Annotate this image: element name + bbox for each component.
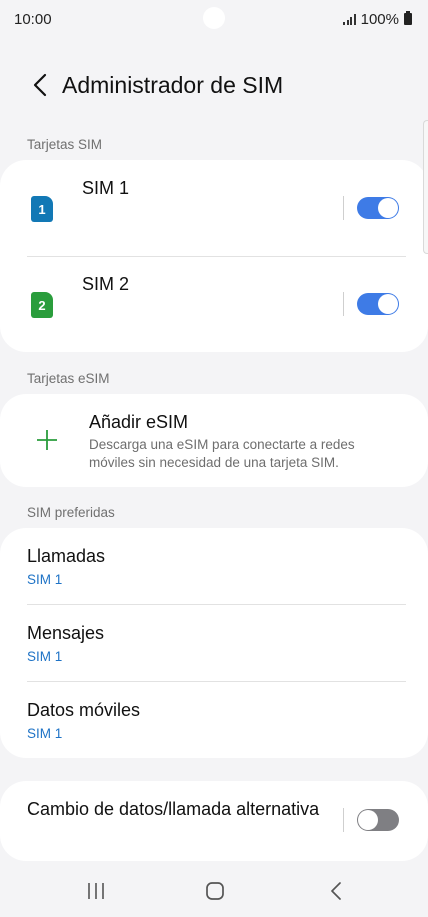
battery-icon bbox=[404, 11, 412, 25]
plus-icon bbox=[37, 430, 57, 450]
sim-1-toggle[interactable] bbox=[357, 197, 399, 219]
sim-row-2[interactable]: 2 SIM 2 bbox=[0, 257, 428, 352]
app-bar: Administrador de SIM bbox=[0, 60, 428, 110]
status-time: 10:00 bbox=[14, 10, 52, 28]
battery-level: 100% bbox=[360, 10, 399, 28]
sim-2-toggle[interactable] bbox=[357, 293, 399, 315]
recents-icon bbox=[88, 883, 104, 899]
nav-back-button[interactable] bbox=[325, 880, 347, 902]
add-esim-title: Añadir eSIM bbox=[89, 412, 189, 432]
back-icon bbox=[331, 882, 341, 900]
preferred-messages[interactable]: Mensajes SIM 1 bbox=[0, 605, 428, 682]
recents-button[interactable] bbox=[85, 880, 107, 902]
sim-cards-card: 1 SIM 1 2 SIM 2 bbox=[0, 160, 428, 352]
section-header-esim: Tarjetas eSIM bbox=[27, 371, 110, 386]
esim-card: Añadir eSIM Descarga una eSIM para conec… bbox=[0, 394, 428, 487]
preferred-messages-title: Mensajes bbox=[27, 623, 105, 643]
preferred-calls-title: Llamadas bbox=[27, 546, 106, 566]
preferred-card: Llamadas SIM 1 Mensajes SIM 1 Datos móvi… bbox=[0, 528, 428, 758]
preferred-messages-value: SIM 1 bbox=[27, 649, 63, 664]
home-icon bbox=[206, 882, 224, 900]
preferred-calls-value: SIM 1 bbox=[27, 572, 63, 587]
section-header-preferred: SIM preferidas bbox=[27, 505, 115, 520]
divider-vertical bbox=[343, 292, 344, 316]
alternate-toggle[interactable] bbox=[357, 809, 399, 831]
back-button[interactable] bbox=[18, 63, 62, 107]
home-button[interactable] bbox=[204, 880, 226, 902]
add-esim-button[interactable]: Añadir eSIM Descarga una eSIM para conec… bbox=[0, 394, 428, 487]
chevron-left-icon bbox=[33, 73, 47, 97]
status-indicators: 100% bbox=[343, 11, 412, 28]
preferred-data-title: Datos móviles bbox=[27, 700, 141, 720]
sim-2-badge: 2 bbox=[31, 292, 53, 318]
section-header-sim: Tarjetas SIM bbox=[27, 137, 103, 152]
preferred-calls[interactable]: Llamadas SIM 1 bbox=[0, 528, 428, 605]
sim-1-badge: 1 bbox=[31, 196, 53, 222]
scroll-handle[interactable] bbox=[423, 120, 428, 254]
sim-2-name: SIM 2 bbox=[82, 274, 130, 294]
signal-icon bbox=[343, 13, 356, 25]
alternate-switch-row[interactable]: Cambio de datos/llamada alternativa bbox=[0, 781, 428, 861]
preferred-data-value: SIM 1 bbox=[27, 726, 63, 741]
sim-row-1[interactable]: 1 SIM 1 bbox=[0, 160, 428, 257]
camera-cutout bbox=[203, 7, 225, 29]
alternate-card: Cambio de datos/llamada alternativa bbox=[0, 781, 428, 861]
divider-vertical bbox=[343, 808, 344, 832]
add-esim-description: Descarga una eSIM para conectarte a rede… bbox=[89, 437, 355, 470]
divider-vertical bbox=[343, 196, 344, 220]
alternate-title: Cambio de datos/llamada alternativa bbox=[27, 799, 320, 819]
preferred-data[interactable]: Datos móviles SIM 1 bbox=[0, 682, 428, 758]
page-title: Administrador de SIM bbox=[62, 71, 284, 98]
navigation-bar bbox=[0, 864, 428, 917]
sim-1-name: SIM 1 bbox=[82, 178, 130, 198]
